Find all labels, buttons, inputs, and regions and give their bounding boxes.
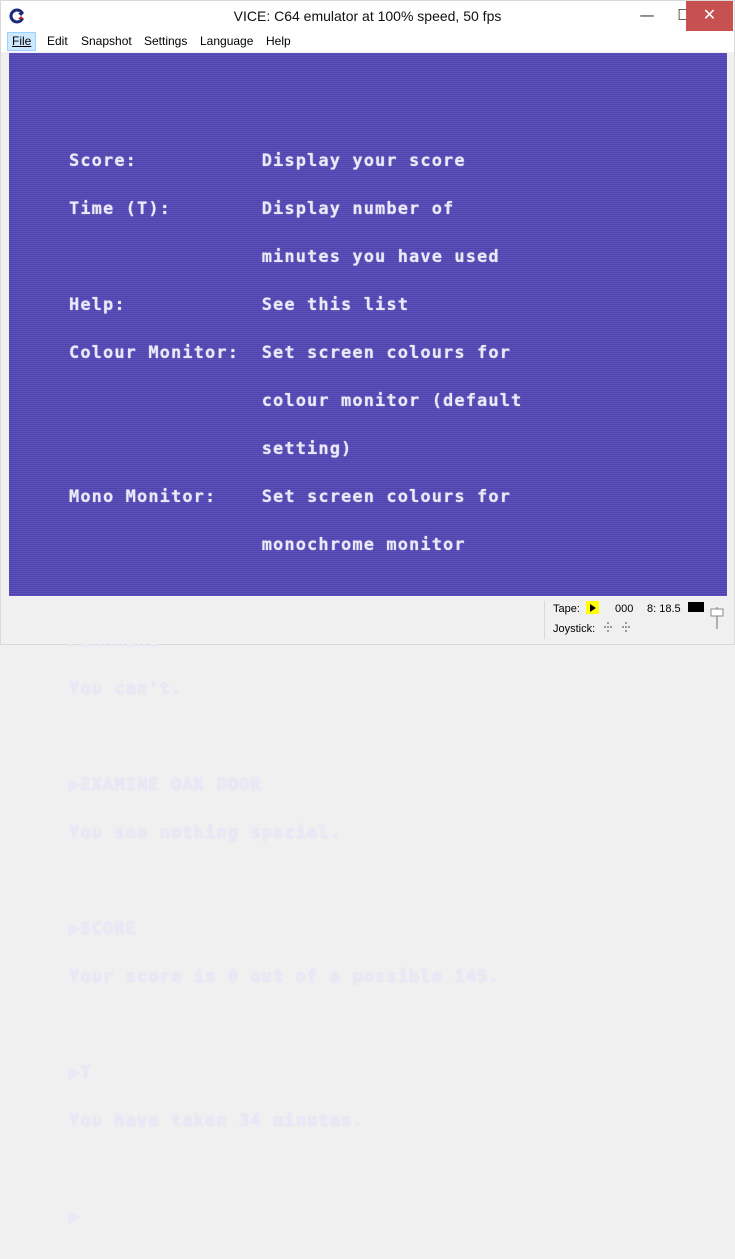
screen-line: monochrome monitor xyxy=(69,535,466,555)
tape-label: Tape: xyxy=(553,603,580,615)
menu-file-label: File xyxy=(12,34,32,48)
screen-line: ▶EXAMINE OAK DOOR xyxy=(69,775,262,795)
tape-play-icon[interactable] xyxy=(586,601,599,614)
screen-line: colour monitor (default xyxy=(69,391,523,411)
screen-line xyxy=(69,1161,522,1177)
volume-slider-icon[interactable] xyxy=(710,605,724,631)
screen-line: minutes you have used xyxy=(69,247,500,267)
screen-line xyxy=(69,729,522,745)
c64-text-output: Score: Display your score Time (T): Disp… xyxy=(69,121,522,1257)
screen-line xyxy=(69,873,522,889)
menu-bar: File Edit Snapshot Settings Language Hel… xyxy=(1,31,734,52)
joystick-indicator-icon[interactable] xyxy=(602,621,636,635)
menu-snapshot[interactable]: Snapshot xyxy=(77,33,136,50)
screen-line: Score: Display your score xyxy=(69,151,466,171)
screen-line: ▶ xyxy=(69,1207,81,1227)
screen-line: You see nothing special. xyxy=(69,823,342,843)
screen-line: Your score is 0 out of a possible 145. xyxy=(69,967,500,987)
screen-line: Mono Monitor: Set screen colours for xyxy=(69,487,512,507)
screen-line: Time (T): Display number of xyxy=(69,199,455,219)
screen-line: Help: See this list xyxy=(69,295,410,315)
screen-line xyxy=(69,1017,522,1033)
joystick-label: Joystick: xyxy=(553,623,596,635)
tape-counter: 000 xyxy=(615,603,634,615)
screen-line: ▶T xyxy=(69,1063,92,1083)
title-bar[interactable]: VICE: C64 emulator at 100% speed, 50 fps… xyxy=(1,1,734,31)
menu-settings[interactable]: Settings xyxy=(140,33,191,50)
status-divider xyxy=(544,601,545,639)
status-bar: Tape: 000 8: 18.5 Joystick: xyxy=(1,597,734,644)
drive-led-indicator xyxy=(688,602,704,612)
screen-line: ▶SCORE xyxy=(69,919,138,939)
menu-edit[interactable]: Edit xyxy=(43,33,72,50)
menu-help[interactable]: Help xyxy=(262,33,295,50)
screen-line: You have taken 34 minutes. xyxy=(69,1111,364,1131)
c64-screen[interactable]: Score: Display your score Time (T): Disp… xyxy=(9,53,727,1226)
vice-window: VICE: C64 emulator at 100% speed, 50 fps… xyxy=(0,0,735,1226)
menu-language[interactable]: Language xyxy=(196,33,257,50)
drive-status: 8: 18.5 xyxy=(647,603,681,615)
close-button[interactable]: ✕ xyxy=(686,1,733,31)
screen-line: Colour Monitor: Set screen colours for xyxy=(69,343,512,363)
menu-file[interactable]: File xyxy=(7,32,37,51)
screen-line: setting) xyxy=(69,439,353,459)
screen-line: You can't. xyxy=(69,679,183,699)
